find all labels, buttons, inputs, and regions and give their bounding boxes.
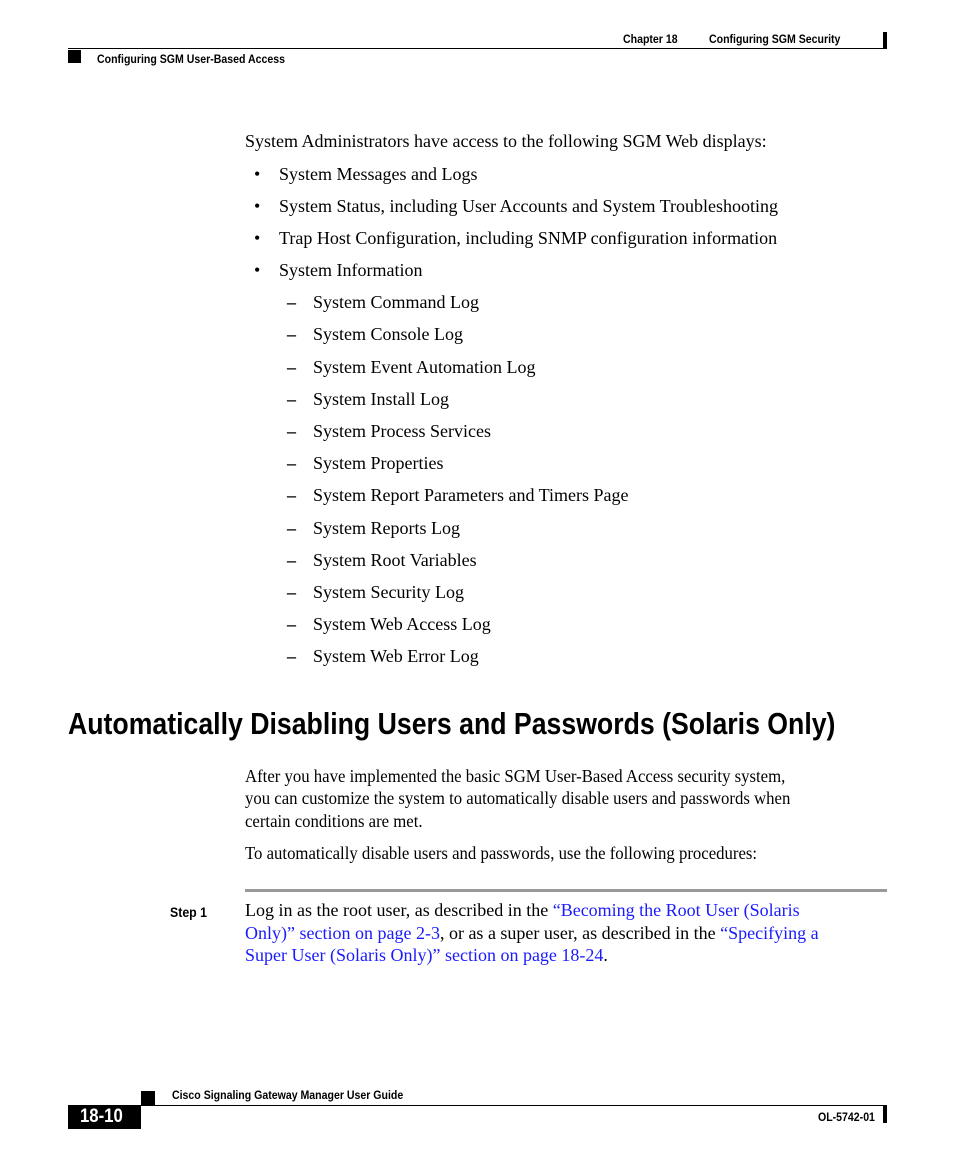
list-item: System Process Services [313,421,491,441]
list-item: System Console Log [313,324,464,344]
list-item: System Install Log [313,389,449,409]
page-number: 18-10 [80,1106,123,1127]
step-label: Step 1 [170,904,207,920]
list-item: System Root Variables [313,550,477,570]
link-specifying-super-user-cont[interactable]: Super User (Solaris Only)” section on pa… [245,945,603,965]
chapter-title: Configuring SGM Security [709,32,841,46]
paragraph-line: After you have implemented the basic SGM… [245,766,786,786]
dash-icon: – [287,421,296,441]
dash-icon: – [287,453,296,473]
list-item: System Web Access Log [313,614,491,634]
list-item: System Reports Log [313,518,460,538]
paragraph-line: you can customize the system to automati… [245,788,791,808]
header-rule [68,48,887,49]
list-item: System Information [279,260,423,280]
bullet-icon: • [254,260,261,280]
dash-icon: – [287,550,296,570]
list-item: System Web Error Log [313,646,479,666]
step-text: . [603,945,608,965]
dash-icon: – [287,292,296,312]
list-item: System Security Log [313,582,464,602]
footer-rule [141,1105,887,1106]
list-item: System Status, including User Accounts a… [279,196,779,216]
list-item: System Report Parameters and Timers Page [313,485,629,505]
link-specifying-super-user[interactable]: “Specifying a [720,923,818,943]
chapter-label: Chapter 18 [623,32,678,46]
dash-icon: – [287,646,296,666]
bullet-icon: • [254,228,261,248]
dash-icon: – [287,614,296,634]
dash-icon: – [287,582,296,602]
list-item: System Event Automation Log [313,357,536,377]
footer-block [141,1091,155,1105]
paragraph-line: certain conditions are met. [245,811,423,831]
section-title: Configuring SGM User-Based Access [97,52,285,66]
bullet-icon: • [254,196,261,216]
list-item: System Properties [313,453,444,473]
step-text: Log in as the root user, as described in… [245,900,553,920]
dash-icon: – [287,485,296,505]
paragraph: To automatically disable users and passw… [245,843,758,863]
bullet-icon: • [254,164,261,184]
step-line-2: Only)” section on page 2-3, or as a supe… [245,923,819,944]
dash-icon: – [287,357,296,377]
list-item: System Messages and Logs [279,164,478,184]
footer-rule-end [883,1106,887,1123]
section-heading: Automatically Disabling Users and Passwo… [68,706,836,741]
header-block [68,50,81,63]
list-item: Trap Host Configuration, including SNMP … [279,228,778,248]
step-line-1: Log in as the root user, as described in… [245,900,800,921]
step-text: , or as a super user, as described in th… [439,923,721,943]
guide-title: Cisco Signaling Gateway Manager User Gui… [172,1088,404,1102]
link-becoming-root-user[interactable]: “Becoming the Root User (Solaris [553,900,800,920]
dash-icon: – [287,389,296,409]
dash-icon: – [287,324,296,344]
doc-number: OL-5742-01 [818,1110,875,1124]
step-line-3: Super User (Solaris Only)” section on pa… [245,945,608,966]
step-rule [245,889,887,892]
dash-icon: – [287,518,296,538]
intro-text: System Administrators have access to the… [245,131,767,151]
header-rule-end [883,32,887,49]
list-item: System Command Log [313,292,479,312]
link-becoming-root-user-cont[interactable]: Only)” section on page 2-3 [245,923,440,943]
